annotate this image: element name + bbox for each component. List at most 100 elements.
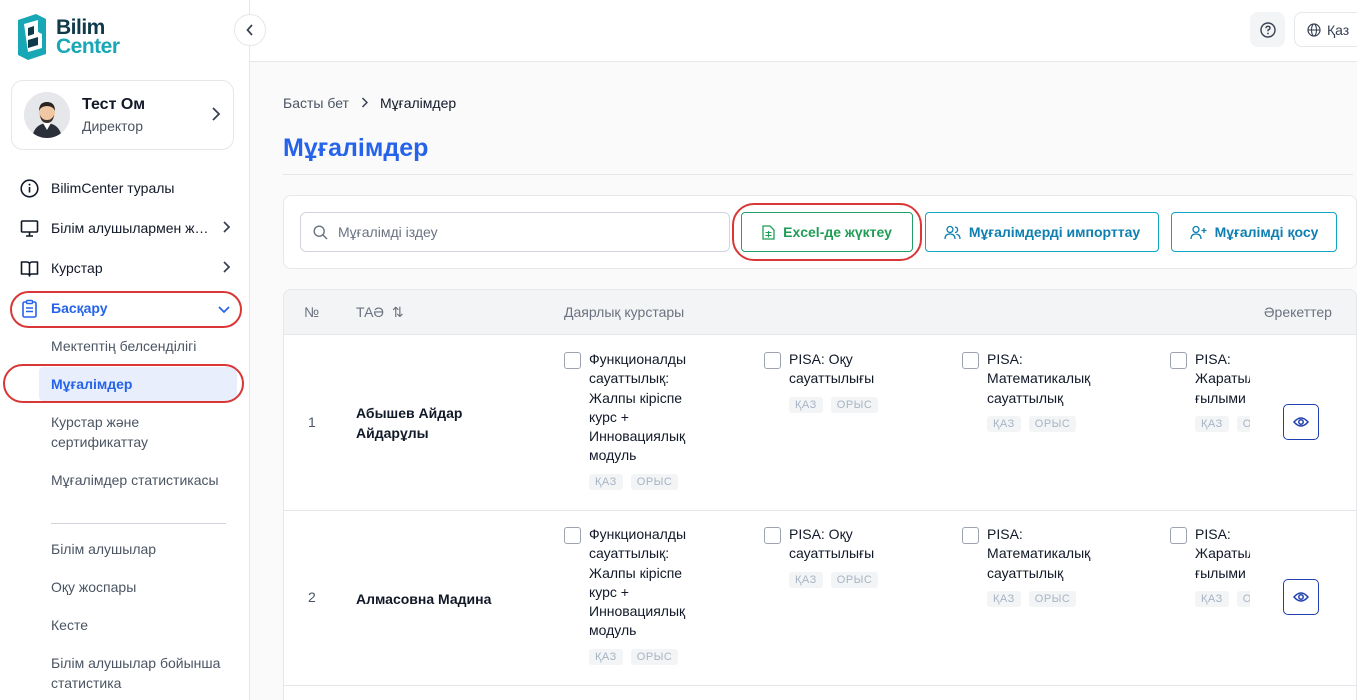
sidebar-item-courses[interactable]: Курстар xyxy=(20,248,231,288)
table-header: № ТАӘ ⇅ Даярлық курстары Әрекеттер xyxy=(284,290,1356,335)
globe-icon xyxy=(1307,22,1321,37)
breadcrumb: Басты бет Мұғалімдер xyxy=(283,95,456,111)
lang-tag: ОРЫС xyxy=(1236,415,1250,432)
avatar xyxy=(24,92,70,138)
course-title: PISA: Жаратылыстану ғылыми xyxy=(1195,350,1250,408)
eye-icon xyxy=(1293,417,1309,427)
add-teacher-label: Мұғалімді қосу xyxy=(1214,224,1319,240)
lang-tag: ҚАЗ xyxy=(987,590,1021,607)
lang-tag: ҚАЗ xyxy=(789,571,823,588)
toolbar: Excel-де жүктеу Мұғалімдерді импорттау М… xyxy=(283,195,1357,269)
monitor-icon xyxy=(20,219,39,238)
users-icon xyxy=(944,225,961,239)
course-title: PISA: Математикалық сауаттылық xyxy=(987,526,1091,581)
search-box xyxy=(300,212,730,252)
sidebar-sub-teacher-stats[interactable]: Мұғалімдер статистикасы xyxy=(51,470,231,490)
course-title-line: ғылыми xyxy=(1195,564,1246,581)
course-title-line: PISA: xyxy=(1195,526,1231,542)
sidebar-item-about[interactable]: BilimCenter туралы xyxy=(20,168,230,208)
file-spreadsheet-icon xyxy=(762,224,775,240)
course-item: PISA: Математикалық сауаттылық ҚАЗ ОРЫС xyxy=(962,350,1112,432)
logo-text: Bilim Center xyxy=(56,17,120,58)
breadcrumb-home[interactable]: Басты бет xyxy=(283,95,349,111)
course-checkbox[interactable] xyxy=(1170,352,1187,369)
sidebar-item-label: BilimCenter туралы xyxy=(51,180,175,196)
breadcrumb-current: Мұғалімдер xyxy=(379,95,457,111)
profile-role: Директор xyxy=(82,118,143,134)
lang-tag: ҚАЗ xyxy=(789,396,823,413)
chevron-left-icon xyxy=(246,24,253,36)
language-selector[interactable]: Қаз xyxy=(1294,12,1357,47)
course-item: PISA: Оқу сауаттылығы ҚАЗ ОРЫС xyxy=(764,525,909,588)
teachers-table: № ТАӘ ⇅ Даярлық курстары Әрекеттер 1 Абы… xyxy=(283,289,1357,700)
col-actions: Әрекеттер xyxy=(1264,304,1332,320)
import-teachers-button[interactable]: Мұғалімдерді импорттау xyxy=(925,212,1159,252)
sidebar-sub-courses-cert[interactable]: Курстар және сертификаттау xyxy=(51,412,231,452)
view-button[interactable] xyxy=(1283,404,1319,440)
course-checkbox[interactable] xyxy=(764,527,781,544)
search-icon xyxy=(313,224,328,240)
sidebar-sub-school-activity[interactable]: Мектептің белсенділігі xyxy=(51,336,231,356)
lang-tag: ҚАЗ xyxy=(1195,590,1229,607)
row-number: 1 xyxy=(308,414,316,430)
chevron-right-icon xyxy=(211,105,221,126)
avatar-image xyxy=(24,92,70,138)
sidebar-item-label: Басқару xyxy=(51,300,108,316)
course-title-line: Жаратылыстану xyxy=(1195,545,1250,562)
sort-icon: ⇅ xyxy=(391,304,404,320)
course-checkbox[interactable] xyxy=(962,527,979,544)
course-checkbox[interactable] xyxy=(764,352,781,369)
course-item: PISA: Математикалық сауаттылық ҚАЗ ОРЫС xyxy=(962,525,1112,607)
logo-line2: Center xyxy=(56,35,120,58)
col-courses: Даярлық курстары xyxy=(564,304,685,320)
lang-tag: ОРЫС xyxy=(830,396,879,413)
course-checkbox[interactable] xyxy=(962,352,979,369)
eye-icon xyxy=(1293,592,1309,602)
view-button[interactable] xyxy=(1283,579,1319,615)
language-label: Қаз xyxy=(1327,21,1350,38)
course-clip: PISA: Жаратылыстану ғылыми ҚАЗ ОРЫС xyxy=(1170,336,1250,511)
lang-tag: ОРЫС xyxy=(1236,590,1250,607)
course-clip: PISA: Жаратылыстану ғылыми ҚАЗ ОРЫС xyxy=(1170,511,1250,686)
table-row: 1 Абышев Айдар Айдарұлы Функционалды сау… xyxy=(284,336,1356,511)
sidebar-sub-students[interactable]: Білім алушылар xyxy=(51,539,231,559)
sidebar: Bilim Center Тест Ом Директор BilimCente… xyxy=(0,0,250,700)
chevron-right-icon xyxy=(222,260,231,276)
excel-download-button[interactable]: Excel-де жүктеу xyxy=(741,212,913,252)
profile-card[interactable]: Тест Ом Директор xyxy=(11,80,234,150)
search-input[interactable] xyxy=(338,224,708,240)
course-tags: ҚАЗ ОРЫС xyxy=(589,473,709,490)
course-title: PISA: Оқу сауаттылығы xyxy=(789,351,875,387)
course-title: PISA: Математикалық сауаттылық xyxy=(987,351,1091,406)
import-teachers-label: Мұғалімдерді импорттау xyxy=(968,224,1141,240)
add-teacher-button[interactable]: Мұғалімді қосу xyxy=(1171,212,1337,252)
main-content: Басты бет Мұғалімдер Мұғалімдер Excel-де… xyxy=(250,62,1357,700)
course-item: PISA: Жаратылыстану ғылыми ҚАЗ ОРЫС xyxy=(1170,350,1250,432)
lang-tag: ҚАЗ xyxy=(1195,415,1229,432)
course-title: Функционалды сауаттылық: Жалпы кіріспе к… xyxy=(589,351,687,464)
row-number: 2 xyxy=(308,589,316,605)
course-checkbox[interactable] xyxy=(564,352,581,369)
app-logo[interactable]: Bilim Center xyxy=(14,14,120,60)
sidebar-sub-teachers[interactable]: Мұғалімдер xyxy=(39,367,237,401)
course-item: Функционалды сауаттылық: Жалпы кіріспе к… xyxy=(564,525,709,665)
col-name[interactable]: ТАӘ ⇅ xyxy=(356,304,404,321)
sidebar-collapse-button[interactable] xyxy=(234,14,266,46)
course-checkbox[interactable] xyxy=(1170,527,1187,544)
question-circle-icon xyxy=(1259,21,1276,38)
course-checkbox[interactable] xyxy=(564,527,581,544)
excel-download-label: Excel-де жүктеу xyxy=(783,224,892,240)
course-tags: ҚАЗ ОРЫС xyxy=(987,590,1112,607)
sidebar-sub-schedule[interactable]: Кесте xyxy=(51,615,231,635)
sidebar-sub-student-stats[interactable]: Білім алушылар бойынша статистика xyxy=(51,653,231,693)
topbar: Қаз xyxy=(250,0,1357,62)
clipboard-icon xyxy=(20,299,39,318)
sidebar-item-students-work[interactable]: Білім алушылармен жұмыс xyxy=(20,208,231,248)
sidebar-item-management[interactable]: Басқару xyxy=(20,288,230,328)
profile-info: Тест Ом Директор xyxy=(82,96,199,134)
sidebar-sub-curriculum[interactable]: Оқу жоспары xyxy=(51,577,231,597)
course-tags: ҚАЗ ОРЫС xyxy=(789,571,909,588)
course-title-line: Жаратылыстану xyxy=(1195,370,1250,387)
help-button[interactable] xyxy=(1250,12,1285,47)
course-tags: ҚАЗ ОРЫС xyxy=(1195,590,1250,607)
